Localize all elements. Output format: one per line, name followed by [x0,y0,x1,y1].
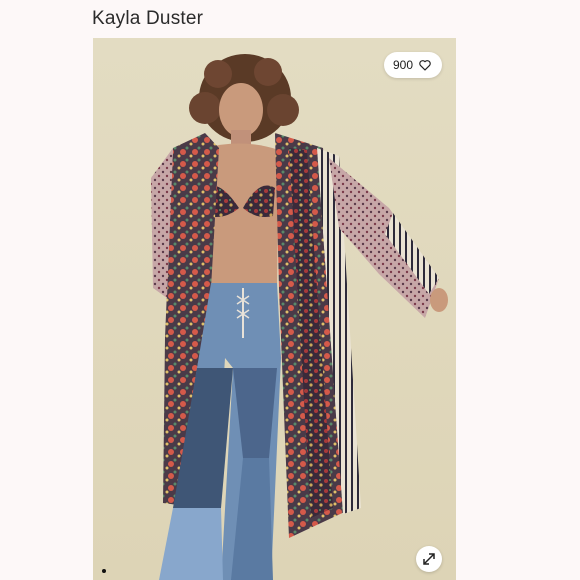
product-photo[interactable]: 900 [93,38,456,580]
product-title: Kayla Duster [92,8,204,29]
heart-icon [419,60,431,71]
expand-button[interactable] [416,546,442,572]
expand-icon [423,553,435,565]
carousel-indicator-dot[interactable] [102,569,106,573]
model-illustration [93,38,456,580]
like-count: 900 [392,58,413,72]
like-button[interactable]: 900 [383,52,442,78]
